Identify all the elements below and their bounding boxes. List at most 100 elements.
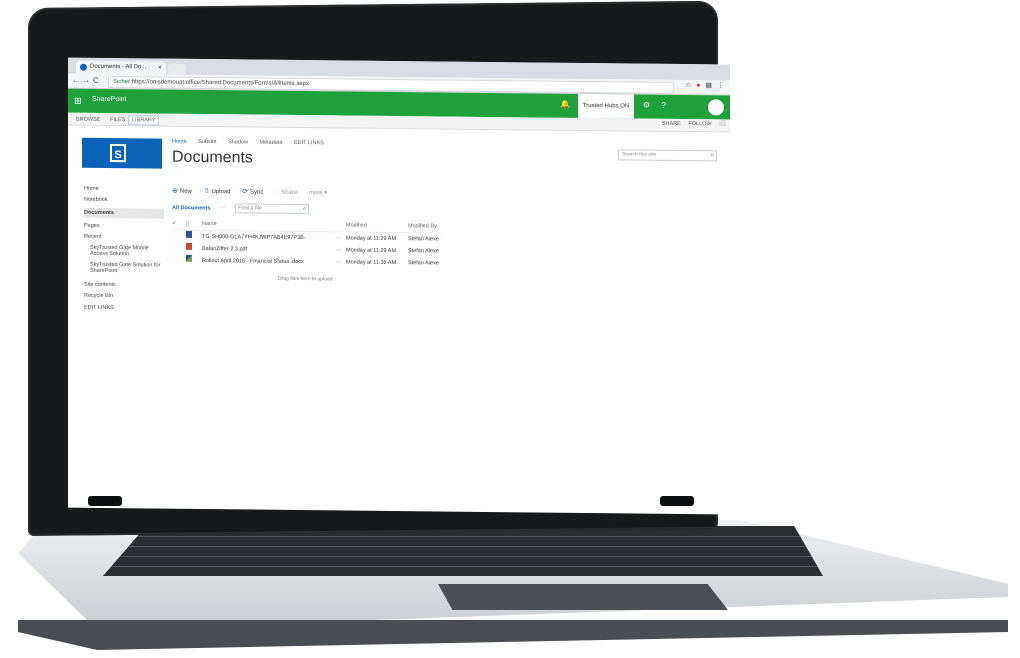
share-doc-button[interactable]: ◌ Share [275, 188, 298, 196]
menu-icon[interactable]: ⋮ [717, 82, 724, 89]
nav-item-sharepoint-solution[interactable]: SkyTrusted Gate Solution for SharePoint [84, 262, 164, 275]
new-label: New [179, 188, 192, 195]
search-input[interactable]: Search this site ⌕ [618, 149, 717, 162]
follow-button[interactable]: FOLLOW [688, 121, 711, 127]
suite-brand[interactable]: SharePoint [92, 96, 127, 103]
share-follow: SHARE FOLLOW ⬜ [656, 121, 726, 128]
hinge [88, 496, 122, 506]
extensions: ☆ ● ▦ ⋮ [682, 81, 724, 89]
nav-item-documents[interactable]: Documents [84, 207, 164, 219]
nav-item-mobile-access[interactable]: SkyTrusted Gate Mobile Access Solution [84, 245, 164, 258]
command-bar: ⊕ New ⇧ Upload ⟳ Sync ◌ Share more ▾ [172, 187, 337, 197]
table-row[interactable]: Rollout April 2016 - Financial Status .d… [172, 254, 442, 270]
laptop-base [18, 520, 1008, 650]
sync-button[interactable]: ⟳ Sync [242, 188, 263, 196]
star-icon[interactable]: ☆ [685, 82, 691, 89]
trusted-gate-button[interactable]: Trusted Hubs ON [578, 93, 634, 119]
view-all-documents[interactable]: All Documents [172, 205, 211, 211]
view-more-button[interactable]: ··· [220, 206, 226, 212]
key-row [103, 566, 823, 567]
file-type-icon: ▯ [186, 220, 190, 227]
tab-library[interactable]: LIBRARY [128, 115, 160, 126]
header-modified[interactable]: Modified [346, 222, 406, 229]
nav-item-home[interactable]: Home [84, 186, 164, 193]
share-icon: ◌ [275, 188, 280, 196]
view-row: All Documents ··· Find a file ⌕ [172, 203, 310, 215]
header-modified-by[interactable]: Modified By [408, 223, 458, 230]
tab-browse[interactable]: BROWSE [72, 115, 104, 125]
topnav-subsite[interactable]: Subsite [198, 139, 216, 145]
gear-icon[interactable]: ⚙ [643, 101, 650, 110]
site-logo[interactable]: S [82, 137, 162, 169]
app-launcher-icon[interactable]: ⊞ [74, 96, 82, 107]
upload-button[interactable]: ⇧ Upload [203, 188, 231, 196]
back-icon[interactable]: ← [72, 76, 80, 85]
page-title: Documents [172, 148, 253, 167]
row-menu-button[interactable]: ··· [336, 232, 346, 244]
document-list: ✓ ▯ Name Modified Modified By TG-SH000-G… [172, 220, 442, 270]
row-menu-button[interactable]: ··· [336, 256, 346, 268]
extension-icon[interactable]: ▦ [705, 82, 712, 89]
nav-item-pages[interactable]: Pages [84, 223, 164, 230]
tab-files[interactable]: FILES [106, 115, 129, 125]
nav-item-notebook[interactable]: Notebook [84, 197, 164, 204]
key-row [103, 546, 823, 547]
laptop-photo: Documents - All Do... × ← → C Sicher htt… [0, 0, 1020, 658]
secure-label: Sicher [113, 79, 131, 86]
help-icon[interactable]: ? [662, 101, 666, 110]
quick-launch: Home Notebook Documents Pages Recent Sky… [84, 186, 164, 317]
plus-icon: ⊕ [172, 187, 178, 195]
url-text: https://onisdemouat.office/Shared Docume… [131, 79, 309, 88]
topnav-shadow[interactable]: Shadow [228, 139, 248, 145]
docx-icon [186, 254, 196, 267]
reload-icon[interactable]: C [93, 76, 99, 85]
extension-icon[interactable]: ● [696, 82, 700, 89]
sync-icon: ⟳ [242, 188, 248, 196]
more-button[interactable]: more ▾ [309, 190, 327, 196]
close-tab-icon[interactable]: × [158, 62, 162, 75]
focus-icon[interactable]: ⬜ [719, 121, 726, 127]
new-tab-button[interactable] [168, 63, 186, 75]
key-row [103, 556, 823, 557]
search-placeholder: Search this site [622, 151, 657, 158]
file-modified: Monday at 11:29 AM [346, 235, 397, 243]
file-name[interactable]: Rollout April 2016 - Financial Status .d… [202, 255, 332, 268]
nav-edit-links[interactable]: EDIT LINKS [84, 305, 164, 312]
laptop-base-edge [18, 620, 1008, 650]
topnav-metadata[interactable]: Metadata [260, 140, 283, 146]
nav-item-site-contents[interactable]: Site contents [84, 282, 164, 289]
file-modified-by[interactable]: Stefan Alexe [408, 245, 458, 258]
upload-label: Upload [211, 189, 231, 196]
file-modified: Monday at 11:29 AM [346, 247, 397, 255]
trusted-gate-icon[interactable]: 🔔 [560, 100, 570, 109]
sharepoint-tab-icon [80, 63, 87, 71]
upload-icon: ⇧ [203, 188, 210, 196]
laptop-lid: Documents - All Do... × ← → C Sicher htt… [28, 0, 730, 537]
file-modified-by[interactable]: Stefan Alexe [408, 257, 458, 270]
key-row [103, 536, 823, 537]
nav-item-recent[interactable]: Recent [84, 234, 164, 241]
sharepoint-logo-icon: S [110, 144, 126, 163]
hinge [660, 496, 694, 506]
topnav-home[interactable]: Home [172, 139, 187, 145]
file-modified: Monday at 11:35 AM [346, 259, 397, 267]
find-file-input[interactable]: Find a file ⌕ [235, 203, 310, 215]
avatar[interactable] [708, 99, 724, 116]
new-button[interactable]: ⊕ New [172, 187, 192, 195]
row-menu-button[interactable]: ··· [336, 244, 346, 256]
find-file-placeholder: Find a file [238, 205, 262, 212]
forward-icon[interactable]: → [82, 76, 90, 85]
search-icon[interactable]: ⌕ [303, 205, 306, 213]
topnav-edit-links[interactable]: EDIT LINKS [294, 140, 324, 146]
browser-tab[interactable]: Documents - All Do... × [76, 60, 166, 75]
select-all-checkbox[interactable]: ✓ [172, 221, 182, 227]
nav-item-recycle-bin[interactable]: Recycle Bin [84, 293, 164, 300]
header-name[interactable]: Name [202, 221, 332, 228]
drop-zone-hint: Drag files here to upload [278, 275, 333, 283]
share-button[interactable]: SHARE [662, 121, 681, 127]
file-modified-by[interactable]: Stefan Alexe [408, 233, 458, 246]
pdf-icon [186, 242, 196, 255]
touchpad [438, 584, 728, 610]
search-icon[interactable]: ⌕ [711, 151, 714, 160]
share-label: Share [281, 189, 298, 196]
